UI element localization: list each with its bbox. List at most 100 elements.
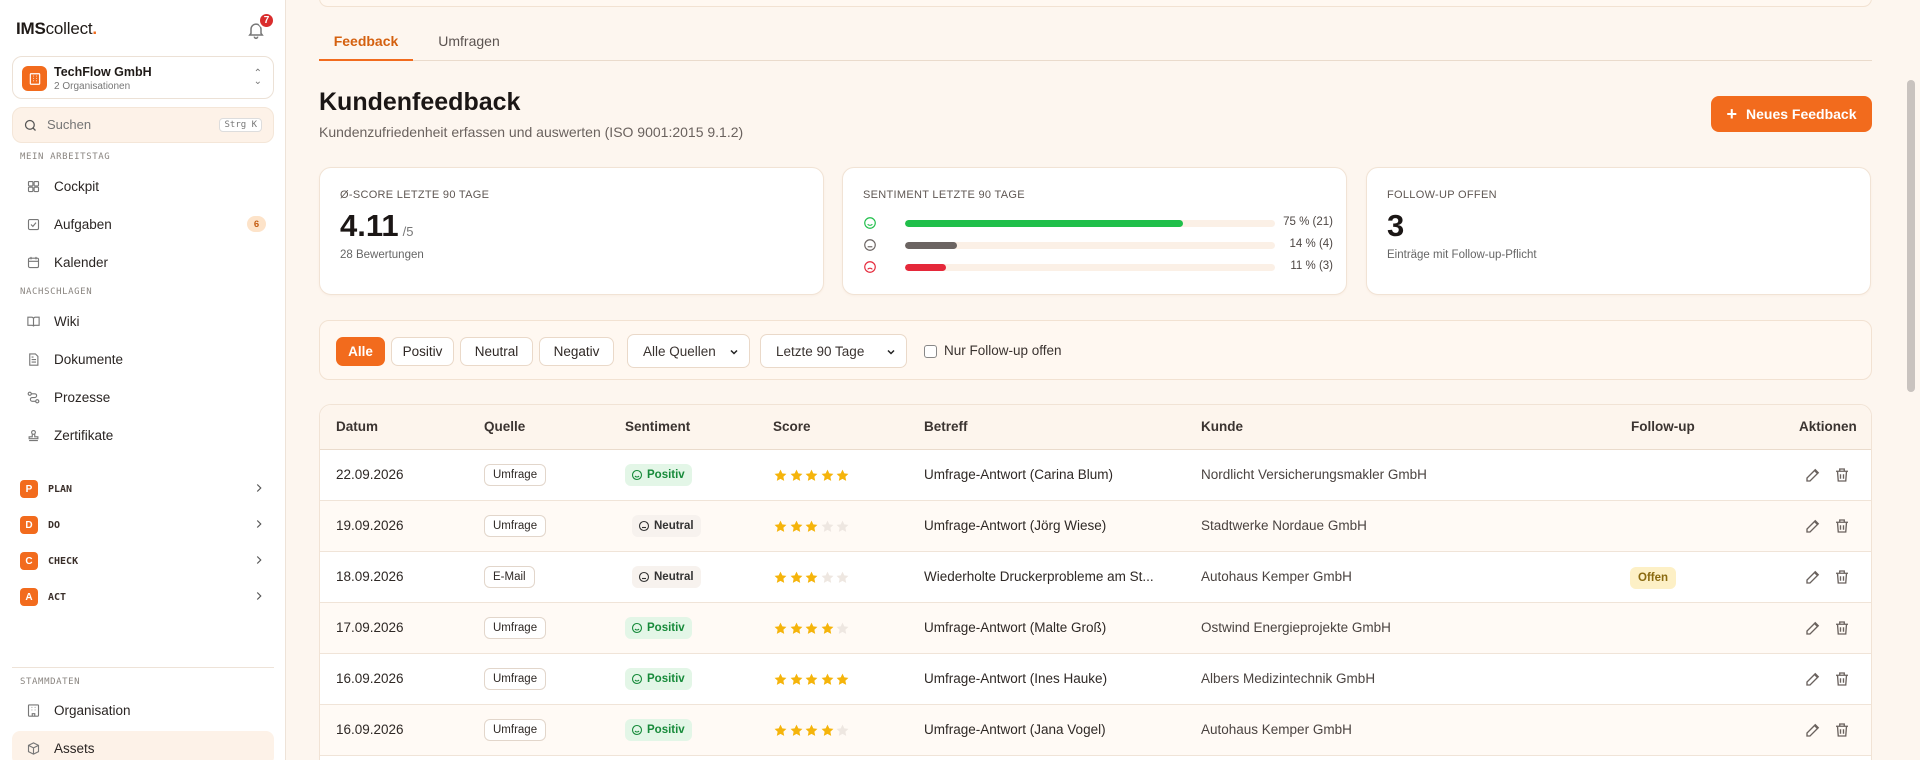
cell-subject[interactable]: Umfrage-Antwort (Ines Hauke)	[924, 671, 1107, 686]
sidebar-item-kalender[interactable]: Kalender	[12, 245, 274, 279]
star-icon	[774, 673, 787, 685]
sidebar-item-check[interactable]: C CHECK	[20, 549, 270, 573]
chevron-right-icon	[256, 520, 262, 528]
cell-subject[interactable]: Umfrage-Antwort (Jörg Wiese)	[924, 518, 1106, 533]
cell-customer: Ostwind Energieprojekte GmbH	[1201, 620, 1391, 635]
sentiment-row-negative: 11 % (3)	[863, 260, 1333, 274]
source-badge: E-Mail	[484, 566, 535, 588]
cell-subject[interactable]: Umfrage-Antwort (Malte Groß)	[924, 620, 1106, 635]
sentiment-row-positive: 75 % (21)	[863, 216, 1333, 230]
sidebar-item-assets[interactable]: Assets	[12, 731, 274, 760]
sidebar-item-cockpit[interactable]: Cockpit	[12, 169, 274, 203]
document-icon	[23, 349, 43, 369]
star-icon	[821, 469, 833, 481]
sidebar-item-prozesse[interactable]: Prozesse	[12, 380, 274, 414]
edit-icon[interactable]	[1804, 466, 1822, 484]
tab-umfragen[interactable]: Umfragen	[429, 33, 509, 61]
sentiment-badge: Neutral	[632, 515, 701, 537]
star-icon	[774, 520, 787, 532]
tab-feedback[interactable]: Feedback	[319, 33, 413, 61]
followup-open-label[interactable]: Nur Follow-up offen	[944, 343, 1062, 358]
trash-icon[interactable]	[1833, 568, 1851, 586]
followup-open-checkbox[interactable]	[924, 345, 937, 358]
smile-icon	[631, 469, 643, 481]
score-stars	[773, 621, 851, 636]
search-input[interactable]	[47, 117, 217, 132]
sidebar-item-act[interactable]: A ACT	[20, 585, 270, 609]
trash-icon[interactable]	[1833, 670, 1851, 688]
act-letter: A	[20, 588, 38, 606]
score-value: 4.11/5	[340, 208, 414, 243]
star-icon	[790, 469, 802, 481]
new-feedback-button[interactable]: + Neues Feedback	[1711, 96, 1872, 132]
score-stars	[773, 519, 851, 534]
cell-subject[interactable]: Wiederholte Druckerprobleme am St...	[924, 569, 1154, 584]
filter-positive[interactable]: Positiv	[391, 337, 454, 366]
sidebar-item-aufgaben[interactable]: Aufgaben 6	[12, 207, 274, 241]
col-sentiment[interactable]: Sentiment	[625, 419, 690, 434]
edit-icon[interactable]	[1804, 568, 1822, 586]
trash-icon[interactable]	[1833, 466, 1851, 484]
filter-negative[interactable]: Negativ	[539, 337, 614, 366]
sidebar-item-wiki[interactable]: Wiki	[12, 304, 274, 338]
app-logo[interactable]: IMScollect.	[16, 19, 97, 39]
search-box[interactable]: Strg K	[12, 107, 274, 143]
table-row[interactable]: 18.09.2026 E-Mail Neutral Wiederholte Druck…	[320, 552, 1871, 603]
organization-switcher[interactable]: TechFlow GmbH 2 Organisationen ⌃ ⌄	[12, 56, 274, 99]
filter-all[interactable]: Alle	[336, 337, 385, 366]
sentiment-badge: Positiv	[625, 617, 692, 639]
col-followup[interactable]: Follow-up	[1631, 419, 1695, 434]
star-icon	[774, 622, 787, 634]
chevron-down-icon	[887, 349, 895, 355]
edit-icon[interactable]	[1804, 721, 1822, 739]
check-label: CHECK	[48, 555, 79, 567]
sentiment-track	[905, 220, 1275, 227]
table-row[interactable]: 22.09.2026 Umfrage Positiv Umfrage-Antwort …	[320, 450, 1871, 501]
sidebar-item-organisation[interactable]: Organisation	[12, 693, 274, 727]
score-stars	[773, 723, 851, 738]
source-badge: Umfrage	[484, 515, 547, 537]
edit-icon[interactable]	[1804, 517, 1822, 535]
star-icon	[821, 520, 833, 532]
page-scrollbar[interactable]	[1907, 80, 1915, 392]
sidebar-item-dokumente[interactable]: Dokumente	[12, 342, 274, 376]
col-source[interactable]: Quelle	[484, 419, 525, 434]
star-icon	[805, 673, 818, 685]
col-subject[interactable]: Betreff	[924, 419, 968, 434]
table-row[interactable]: 16.09.2026 Umfrage Positiv Umfrage-Antwort …	[320, 705, 1871, 756]
sidebar-item-do[interactable]: D DO	[20, 513, 270, 537]
trash-icon[interactable]	[1833, 619, 1851, 637]
cell-subject[interactable]: Umfrage-Antwort (Jana Vogel)	[924, 722, 1106, 737]
sidebar-item-label: Kalender	[54, 254, 109, 270]
period-select[interactable]: Letzte 90 Tage	[760, 334, 907, 368]
star-icon	[805, 571, 818, 583]
trash-icon[interactable]	[1833, 721, 1851, 739]
filter-neutral[interactable]: Neutral	[460, 337, 533, 366]
table-row[interactable]: 19.09.2026 Umfrage Neutral Umfrage-Antwort …	[320, 501, 1871, 552]
col-date[interactable]: Datum	[336, 419, 378, 434]
cell-date: 22.09.2026	[336, 467, 404, 482]
neutral-face-icon	[638, 520, 650, 532]
edit-icon[interactable]	[1804, 619, 1822, 637]
col-actions: Aktionen	[1799, 419, 1857, 434]
sidebar-item-zertifikate[interactable]: Zertifikate	[12, 418, 274, 452]
table-row[interactable]: 16.09.2026 Umfrage Positiv Umfrage-Antwort …	[320, 654, 1871, 705]
sentiment-text: Positiv	[647, 469, 685, 481]
sentiment-badge: Positiv	[625, 668, 692, 690]
cell-customer: Stadtwerke Nordaue GmbH	[1201, 518, 1367, 533]
sentiment-text: Neutral	[654, 571, 694, 583]
cell-subject[interactable]: Umfrage-Antwort (Carina Blum)	[924, 467, 1113, 482]
source-select[interactable]: Alle Quellen	[627, 334, 750, 368]
chevron-right-icon	[256, 592, 262, 600]
col-score[interactable]: Score	[773, 419, 811, 434]
sidebar-item-plan[interactable]: P PLAN	[20, 477, 270, 501]
cell-customer: Autohaus Kemper GmbH	[1201, 722, 1352, 737]
table-row[interactable]: 17.09.2026 Umfrage Positiv Umfrage-Antwort …	[320, 603, 1871, 654]
star-icon	[821, 673, 833, 685]
trash-icon[interactable]	[1833, 517, 1851, 535]
sidebar-item-label: Cockpit	[54, 178, 100, 194]
col-customer[interactable]: Kunde	[1201, 419, 1243, 434]
edit-icon[interactable]	[1804, 670, 1822, 688]
cell-customer: Albers Medizintechnik GmbH	[1201, 671, 1376, 686]
building-icon	[23, 700, 43, 720]
